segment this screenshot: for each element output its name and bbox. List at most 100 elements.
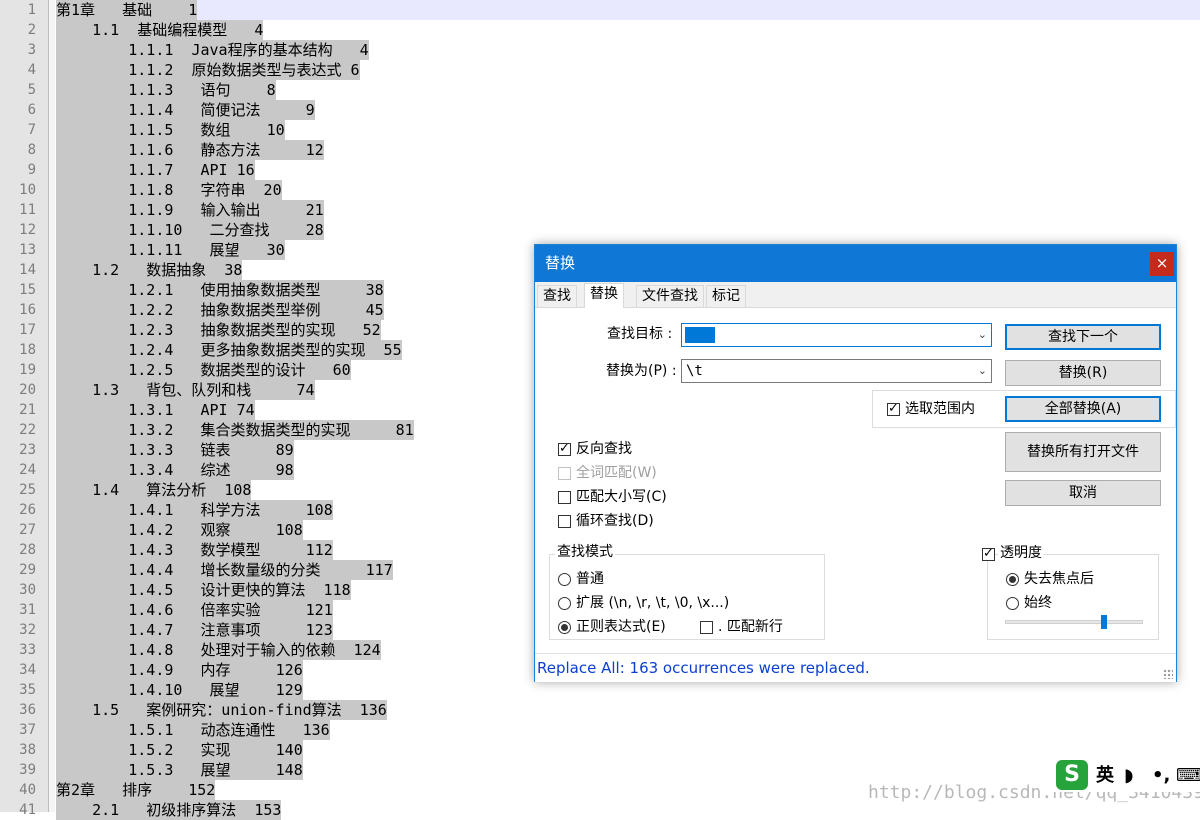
line-text: 1.1.9 输入输出 21: [56, 200, 324, 220]
line-number: 3: [27, 42, 36, 58]
editor-line[interactable]: 2 1.1 基础编程模型 4: [0, 20, 1200, 40]
dialog-titlebar[interactable]: 替换 ×: [535, 245, 1176, 282]
keyboard-icon[interactable]: ⌨: [1176, 764, 1200, 788]
tab-find[interactable]: 查找: [537, 285, 577, 307]
editor-line[interactable]: 6 1.1.4 简便记法 9: [0, 100, 1200, 120]
tab-replace[interactable]: 替换: [584, 283, 624, 308]
mode-extended-label: 扩展 (\n, \r, \t, \0, \x...): [576, 595, 730, 611]
line-text: 1.4.7 注意事项 123: [56, 620, 333, 640]
line-text: 1.2.4 更多抽象数据类型的实现 55: [56, 340, 402, 360]
check-icon: ✓: [983, 546, 994, 561]
find-next-button[interactable]: 查找下一个: [1005, 324, 1161, 350]
line-text: 1.1.2 原始数据类型与表达式 6: [56, 60, 360, 80]
line-text: 1.2.1 使用抽象数据类型 38: [56, 280, 384, 300]
line-text: 1.1 基础编程模型 4: [56, 20, 264, 40]
line-text: 1.3 背包、队列和栈 74: [56, 380, 315, 400]
find-input[interactable]: ⌄: [681, 323, 992, 347]
line-text: 1.1.8 字符串 20: [56, 180, 282, 200]
line-number: 27: [19, 522, 36, 538]
dot-newline-checkbox[interactable]: [700, 621, 713, 634]
cancel-button[interactable]: 取消: [1005, 480, 1161, 506]
line-text: 第1章 基础 1: [56, 0, 198, 20]
tab-mark[interactable]: 标记: [706, 285, 746, 307]
editor-line[interactable]: 3 1.1.1 Java程序的基本结构 4: [0, 40, 1200, 60]
editor-line[interactable]: 1 第1章 基础 1: [0, 0, 1200, 20]
mode-regex-radio[interactable]: [558, 621, 571, 634]
line-number: 13: [19, 242, 36, 258]
transparency-checkbox[interactable]: ✓: [982, 546, 995, 561]
find-dropdown-chevron-down-icon[interactable]: ⌄: [978, 324, 987, 346]
on-lose-focus-label: 失去焦点后: [1024, 571, 1094, 587]
match-case-checkbox[interactable]: [558, 491, 571, 504]
mode-normal-radio[interactable]: [558, 573, 571, 586]
line-text: 1.1.6 静态方法 12: [56, 140, 324, 160]
line-text: 1.2 数据抽象 38: [56, 260, 243, 280]
mode-extended-radio[interactable]: [558, 597, 571, 610]
ime-logo-icon[interactable]: S: [1056, 760, 1088, 790]
radio-dot: [1009, 576, 1016, 583]
line-text: 1.5.1 动态连通性 136: [56, 720, 330, 740]
line-text: 1.1.5 数组 10: [56, 120, 285, 140]
find-label: 查找目标 :: [607, 326, 673, 342]
replace-dropdown-chevron-down-icon[interactable]: ⌄: [978, 360, 987, 382]
resize-grip-icon[interactable]: [1163, 669, 1173, 679]
editor-line[interactable]: 5 1.1.3 语句 8: [0, 80, 1200, 100]
check-icon: ✓: [888, 401, 899, 416]
line-text: 1.5.3 展望 148: [56, 760, 303, 780]
line-text: 1.1.1 Java程序的基本结构 4: [56, 40, 369, 60]
tab-find-in-files[interactable]: 文件查找: [636, 285, 704, 307]
line-text: 1.3.4 综述 98: [56, 460, 294, 480]
line-number: 23: [19, 442, 36, 458]
line-text: 1.1.10 二分查找 28: [56, 220, 324, 240]
line-number: 35: [19, 682, 36, 698]
transparency-slider-thumb[interactable]: [1101, 615, 1108, 629]
replace-all-open-files-button[interactable]: 替换所有打开文件: [1005, 432, 1161, 472]
line-text: 1.1.3 语句 8: [56, 80, 276, 100]
line-text: 1.4.4 增长数量级的分类 117: [56, 560, 393, 580]
editor-line[interactable]: 37 1.5.1 动态连通性 136: [0, 720, 1200, 740]
always-label: 始终: [1024, 595, 1052, 611]
editor-line[interactable]: 12 1.1.10 二分查找 28: [0, 220, 1200, 240]
replace-all-button[interactable]: 全部替换(A): [1005, 396, 1161, 422]
line-text: 1.2.3 抽象数据类型的实现 52: [56, 320, 381, 340]
editor-line[interactable]: 39 1.5.3 展望 148: [0, 760, 1200, 780]
moon-icon[interactable]: ◗: [1124, 764, 1133, 788]
editor-line[interactable]: 10 1.1.8 字符串 20: [0, 180, 1200, 200]
line-number: 14: [19, 262, 36, 278]
editor-line[interactable]: 4 1.1.2 原始数据类型与表达式 6: [0, 60, 1200, 80]
always-radio[interactable]: [1006, 597, 1019, 610]
transparency-slider[interactable]: [1005, 620, 1143, 624]
line-number: 25: [19, 482, 36, 498]
reverse-search-checkbox[interactable]: ✓: [558, 441, 571, 456]
editor-line[interactable]: 36 1.5 案例研究：union-find算法 136: [0, 700, 1200, 720]
dialog-title: 替换: [545, 254, 576, 272]
find-selection: [685, 327, 715, 343]
line-number: 18: [19, 342, 36, 358]
replace-dialog: 替换 × 查找 替换 文件查找 标记 查找目标 : ⌄ 查找下一个 替换为(P)…: [534, 244, 1177, 682]
replace-input[interactable]: \t ⌄: [681, 359, 992, 383]
on-lose-focus-radio[interactable]: [1006, 573, 1019, 586]
editor-line[interactable]: 41 2.1 初级排序算法 153: [0, 800, 1200, 820]
line-number: 26: [19, 502, 36, 518]
editor-line[interactable]: 38 1.5.2 实现 140: [0, 740, 1200, 760]
editor-line[interactable]: 9 1.1.7 API 16: [0, 160, 1200, 180]
close-button[interactable]: ×: [1150, 252, 1174, 276]
mode-regex-label: 正则表达式(E): [576, 619, 666, 635]
line-number: 6: [27, 102, 36, 118]
replace-button[interactable]: 替换(R): [1005, 360, 1161, 386]
line-text: 2.1 初级排序算法 153: [56, 800, 282, 820]
editor-line[interactable]: 8 1.1.6 静态方法 12: [0, 140, 1200, 160]
editor-line[interactable]: 11 1.1.9 输入输出 21: [0, 200, 1200, 220]
line-text: 1.3.2 集合类数据类型的实现 81: [56, 420, 414, 440]
line-text: 1.1.11 展望 30: [56, 240, 285, 260]
ime-language-toggle[interactable]: 英: [1096, 764, 1114, 788]
line-number: 21: [19, 402, 36, 418]
wrap-around-checkbox[interactable]: [558, 515, 571, 528]
reverse-search-label: 反向查找: [576, 441, 632, 457]
in-selection-checkbox[interactable]: ✓: [887, 401, 900, 416]
punctuation-icon[interactable]: •,: [1152, 764, 1170, 788]
line-text: 1.2.5 数据类型的设计 60: [56, 360, 351, 380]
editor-line[interactable]: 35 1.4.10 展望 129: [0, 680, 1200, 700]
editor-line[interactable]: 7 1.1.5 数组 10: [0, 120, 1200, 140]
line-number: 5: [27, 82, 36, 98]
